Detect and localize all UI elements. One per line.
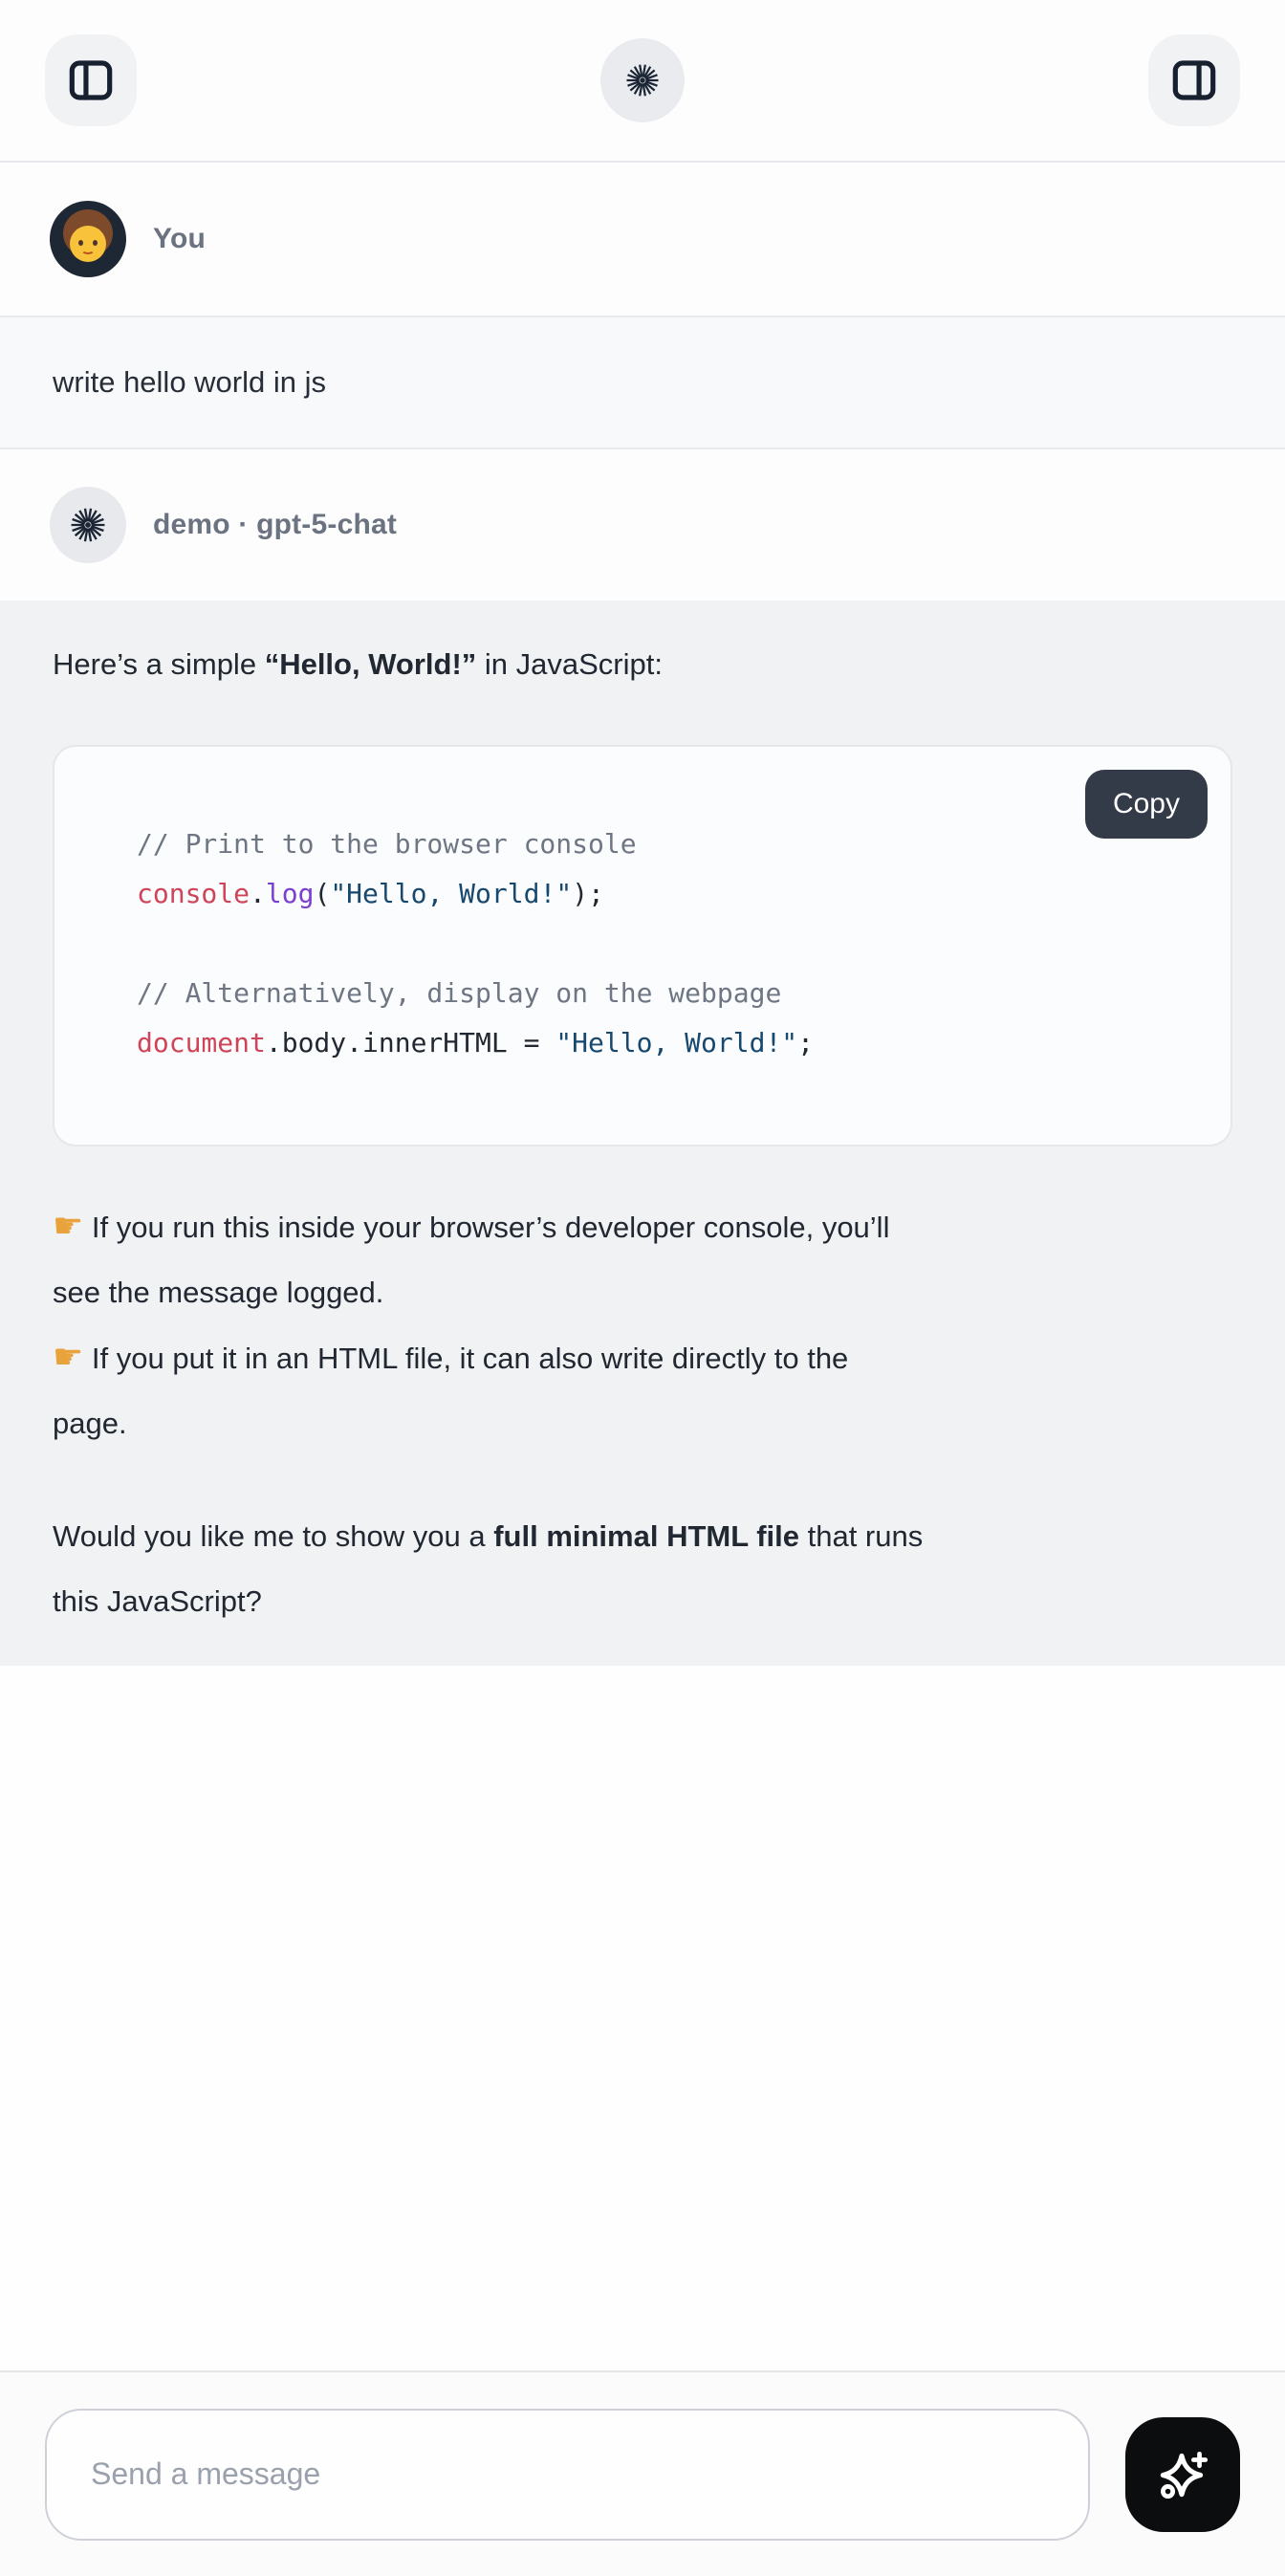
toggle-left-sidebar-button[interactable] <box>45 34 137 126</box>
assistant-message-bubble: Here’s a simple “Hello, World!” in JavaS… <box>0 600 1285 1666</box>
user-message-text: write hello world in js <box>53 365 326 400</box>
chat-app-screen: You write hello world in js demo · gpt-5… <box>0 0 1285 2576</box>
user-message-bubble: write hello world in js <box>0 316 1285 449</box>
panel-right-icon <box>1168 55 1220 106</box>
message-input[interactable] <box>45 2409 1090 2541</box>
starburst-logo-icon <box>625 63 660 98</box>
assistant-model-label: demo · gpt-5-chat <box>153 509 397 541</box>
code-content: // Print to the browser console console.… <box>137 828 814 1059</box>
copy-code-button[interactable]: Copy <box>1085 770 1208 839</box>
pointing-hand-emoji: ☛ <box>53 1338 83 1377</box>
composer-bar <box>0 2370 1285 2576</box>
user-message-header: You <box>0 163 1285 316</box>
user-role-label: You <box>153 223 206 255</box>
assistant-avatar <box>50 487 126 563</box>
chat-scroll-spacer <box>0 1666 1285 2370</box>
top-bar <box>0 0 1285 163</box>
assistant-message-header: demo · gpt-5-chat <box>0 449 1285 600</box>
app-logo-button[interactable] <box>600 38 685 122</box>
toggle-right-sidebar-button[interactable] <box>1148 34 1240 126</box>
send-button[interactable] <box>1125 2417 1240 2532</box>
assistant-intro-paragraph: Here’s a simple “Hello, World!” in JavaS… <box>53 632 1232 697</box>
starburst-avatar-icon <box>70 507 106 543</box>
sparkles-icon <box>1151 2443 1214 2506</box>
assistant-tips-paragraph: ☛ If you run this inside your browser’s … <box>53 1194 1232 1456</box>
user-avatar <box>50 201 126 277</box>
pointing-hand-emoji: ☛ <box>53 1207 83 1246</box>
panel-left-icon <box>65 55 117 106</box>
code-block: Copy // Print to the browser console con… <box>53 745 1232 1146</box>
assistant-question-paragraph: Would you like me to show you a full min… <box>53 1504 1232 1634</box>
